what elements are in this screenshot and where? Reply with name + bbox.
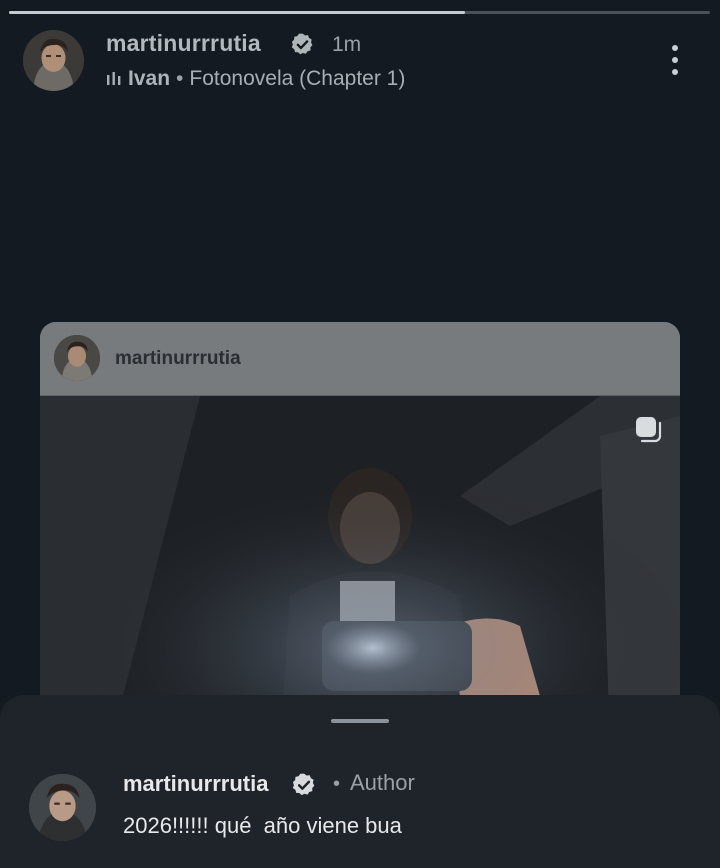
- shared-post-card[interactable]: martinurrrutia: [40, 322, 680, 742]
- story-username[interactable]: martinurrrutia: [106, 30, 261, 57]
- song-artist: Fotonovela (Chapter 1): [189, 67, 406, 90]
- more-vertical-icon[interactable]: [665, 43, 685, 77]
- sheet-drag-handle[interactable]: [331, 719, 389, 723]
- shared-avatar-image: [54, 335, 100, 381]
- shared-post-photo: [40, 396, 680, 742]
- music-line[interactable]: Ivan • Fotonovela (Chapter 1): [106, 67, 405, 91]
- verified-badge-icon: [292, 773, 315, 796]
- post-time: 1m: [332, 33, 362, 56]
- author-label: Author: [350, 770, 415, 795]
- comment-avatar-image: [29, 774, 96, 841]
- story-progress-fill: [9, 11, 465, 14]
- shared-post-username: martinurrrutia: [115, 348, 241, 369]
- avatar-image: [23, 30, 84, 91]
- comment-separator: •: [333, 773, 341, 795]
- separator: •: [176, 67, 184, 90]
- comments-sheet: martinurrrutia • Author 2026!!!!!! qué a…: [0, 695, 720, 868]
- shared-post-header: martinurrrutia: [40, 322, 680, 396]
- comment-avatar[interactable]: [29, 774, 96, 841]
- avatar[interactable]: [23, 30, 84, 91]
- carousel-icon: [636, 417, 662, 443]
- comment-text: 2026!!!!!! qué año viene bua: [123, 813, 402, 838]
- story-progress-bar: [9, 11, 710, 14]
- comment-username[interactable]: martinurrrutia: [123, 771, 268, 797]
- verified-badge-icon: [291, 33, 313, 55]
- song-title: Ivan: [128, 67, 171, 90]
- music-bars-icon: [107, 72, 121, 85]
- shared-post-avatar: [54, 335, 100, 381]
